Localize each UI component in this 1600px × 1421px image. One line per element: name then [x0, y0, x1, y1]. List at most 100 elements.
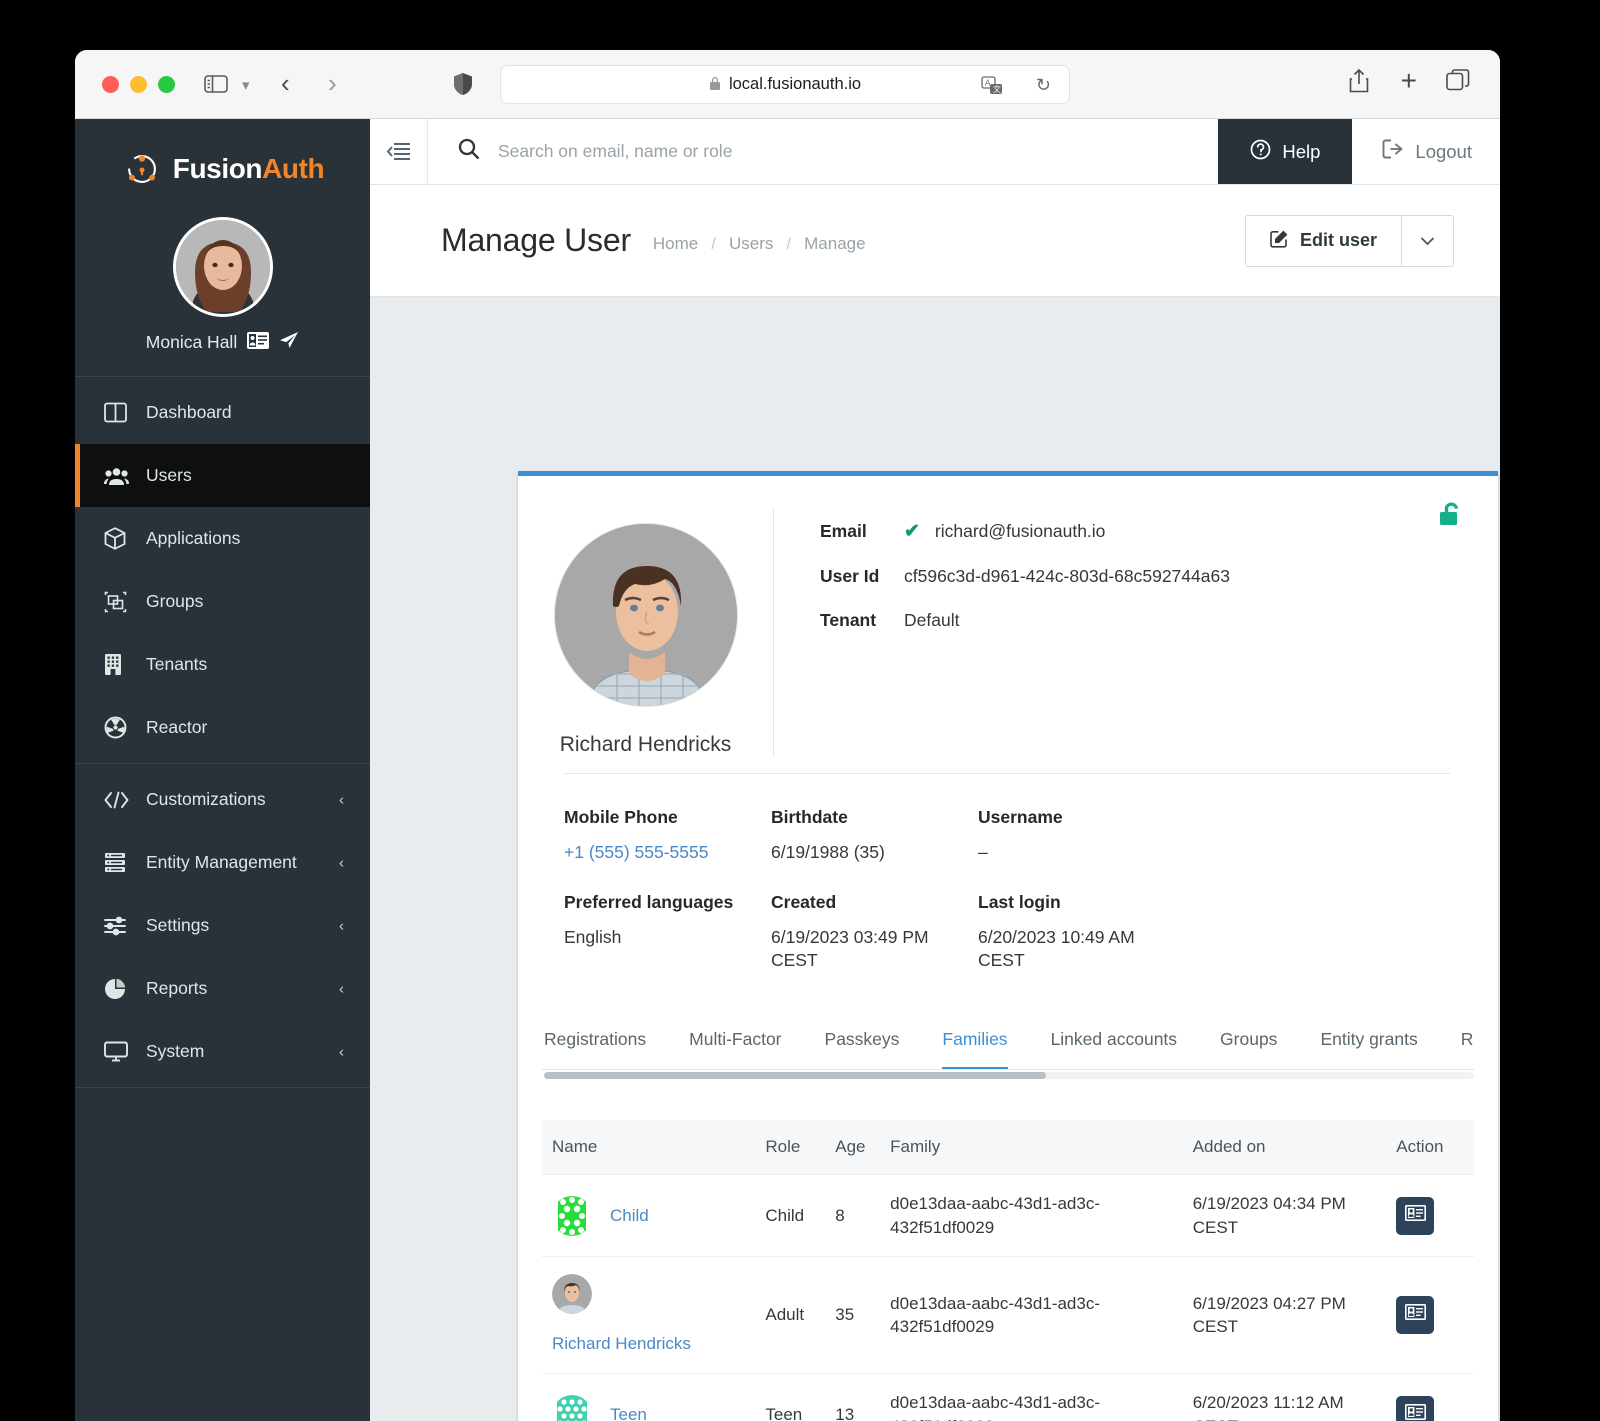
tenant-value: Default [904, 610, 960, 630]
breadcrumb-item-home[interactable]: Home [653, 234, 698, 254]
column-header-action: Action [1386, 1119, 1474, 1175]
view-member-button[interactable] [1396, 1396, 1435, 1421]
tab-passkeys[interactable]: Passkeys [825, 1021, 900, 1069]
sidebar-item-label: Dashboard [146, 402, 232, 422]
dashboard-icon [104, 402, 146, 423]
help-button[interactable]: Help [1218, 119, 1353, 184]
reactor-icon [104, 716, 146, 739]
tab-multi-factor[interactable]: Multi-Factor [689, 1021, 781, 1069]
column-header-name: Name [542, 1119, 756, 1175]
address-bar[interactable]: local.fusionauth.io A 文 ↻ [500, 65, 1070, 104]
chevron-left-icon[interactable]: ‹ [339, 1043, 344, 1060]
user-detail-card: Richard Hendricks Email ✔ richard@fusion… [518, 471, 1498, 1421]
sidebar-item-groups[interactable]: Groups [75, 570, 370, 633]
cell-family: d0e13daa-aabc-43d1-ad3c-432f51df0029 [880, 1373, 1183, 1421]
sidebar-group-secondary: Customizations ‹ Entity Management ‹ Setting… [75, 764, 370, 1088]
user-id-value: cf596c3d-d961-424c-803d-68c592744a63 [904, 566, 1230, 586]
sidebar-item-entity-management[interactable]: Entity Management ‹ [75, 831, 370, 894]
reload-icon[interactable]: ↻ [1036, 75, 1051, 96]
unlock-icon[interactable] [1437, 499, 1465, 536]
cell-role: Child [755, 1174, 826, 1258]
user-summary: Richard Hendricks Email ✔ richard@fusion… [518, 476, 1498, 757]
breadcrumb-item-users[interactable]: Users [729, 234, 773, 254]
tab-re[interactable]: Re [1461, 1021, 1474, 1069]
sidebar-item-customizations[interactable]: Customizations ‹ [75, 768, 370, 831]
brand-auth-text: Auth [262, 153, 325, 184]
tab-groups[interactable]: Groups [1220, 1021, 1277, 1069]
sidebar-item-reactor[interactable]: Reactor [75, 696, 370, 759]
search-bar[interactable] [428, 138, 1218, 165]
pencil-square-icon [1270, 229, 1289, 253]
logout-button[interactable]: Logout [1352, 119, 1500, 184]
tab-overview-icon[interactable] [1446, 69, 1470, 97]
tab-linked-accounts[interactable]: Linked accounts [1051, 1021, 1177, 1069]
family-member-link[interactable]: Child [610, 1204, 649, 1228]
cell-family: d0e13daa-aabc-43d1-ad3c-432f51df0029 [880, 1174, 1183, 1258]
meta-value: 6/19/2023 03:49 PM CEST [771, 926, 929, 971]
share-icon[interactable] [1348, 68, 1370, 99]
chevron-left-icon[interactable]: ‹ [339, 854, 344, 871]
shield-icon[interactable] [453, 72, 473, 101]
family-member-link[interactable]: Teen [610, 1403, 647, 1421]
cell-name: Teen [542, 1373, 756, 1421]
breadcrumb-item-manage[interactable]: Manage [804, 234, 865, 254]
scrollbar-thumb[interactable] [544, 1071, 1047, 1079]
sidebar-item-dashboard[interactable]: Dashboard [75, 381, 370, 444]
view-member-button[interactable] [1396, 1196, 1435, 1235]
search-input[interactable] [498, 141, 1183, 162]
sidebar-item-users[interactable]: Users [75, 444, 370, 507]
sidebar-profile[interactable]: Monica Hall [75, 217, 370, 377]
brand-fusion-text: Fusion [172, 153, 263, 184]
user-key-values: Email ✔ richard@fusionauth.io User Id cf… [773, 508, 1498, 757]
sidebar-item-applications[interactable]: Applications [75, 507, 370, 570]
cell-added-on: 6/20/2023 11:12 AM CEST [1182, 1373, 1387, 1421]
sidebar-item-label: Applications [146, 528, 241, 548]
close-window-button[interactable] [102, 76, 119, 93]
edit-user-label: Edit user [1299, 230, 1377, 250]
tab-families[interactable]: Families [942, 1021, 1008, 1069]
new-tab-icon[interactable]: + [1401, 65, 1417, 97]
added-on-value: 6/20/2023 11:12 AM CEST [1192, 1393, 1344, 1421]
sidebar-item-system[interactable]: System ‹ [75, 1020, 370, 1083]
family-member-link[interactable]: Richard Hendricks [552, 1332, 691, 1356]
chevron-left-icon[interactable]: ‹ [339, 791, 344, 808]
edit-user-group: Edit user [1244, 214, 1454, 267]
maximize-window-button[interactable] [158, 76, 175, 93]
chevron-left-icon[interactable]: ‹ [339, 917, 344, 934]
meta-value[interactable]: +1 (555) 555-5555 [564, 841, 771, 865]
server-icon [104, 852, 146, 873]
tab-entity-grants[interactable]: Entity grants [1320, 1021, 1417, 1069]
paper-plane-icon[interactable] [279, 331, 299, 354]
translate-icon[interactable]: A 文 [981, 76, 1003, 101]
edit-user-dropdown-button[interactable] [1402, 214, 1454, 267]
sidebar-item-label: System [146, 1041, 205, 1061]
column-header-age: Age [825, 1119, 881, 1175]
brand-logo[interactable]: FusionAuth [75, 119, 370, 209]
sign-out-icon [1382, 139, 1404, 164]
tab-registrations[interactable]: Registrations [544, 1021, 646, 1069]
chevron-left-icon[interactable]: ‹ [339, 980, 344, 997]
sidebar-item-reports[interactable]: Reports ‹ [75, 957, 370, 1020]
tabs-horizontal-scrollbar[interactable] [544, 1071, 1474, 1079]
meta-item: Created 6/19/2023 03:49 PM CEST [771, 892, 978, 973]
forward-button[interactable]: › [328, 68, 337, 99]
cell-name: Child [542, 1174, 756, 1258]
cell-role: Adult [755, 1256, 826, 1375]
view-member-button[interactable] [1396, 1296, 1435, 1335]
breadcrumb: Home / Users / Manage [653, 228, 866, 254]
chevron-down-icon[interactable]: ▾ [242, 76, 250, 94]
back-button[interactable]: ‹ [281, 68, 290, 99]
table-body: Child Child 8 d0e13daa-aabc-43d1-ad3c-432f5… [542, 1174, 1474, 1421]
sidebar-item-tenants[interactable]: Tenants [75, 633, 370, 696]
collapse-sidebar-icon[interactable] [370, 119, 428, 184]
row-avatar [552, 1274, 592, 1315]
id-card-icon[interactable] [247, 331, 270, 354]
edit-user-button[interactable]: Edit user [1244, 214, 1402, 267]
user-id-row: User Id cf596c3d-d961-424c-803d-68c59274… [820, 566, 1498, 587]
sidebar-toggle-icon[interactable] [203, 72, 229, 101]
meta-label: Birthdate [771, 807, 848, 827]
minimize-window-button[interactable] [130, 76, 147, 93]
user-tabs: Registrations Multi-Factor Passkeys Familie… [542, 1021, 1474, 1070]
added-on-value: 6/19/2023 04:27 PM CEST [1192, 1293, 1346, 1337]
sidebar-item-settings[interactable]: Settings ‹ [75, 894, 370, 957]
